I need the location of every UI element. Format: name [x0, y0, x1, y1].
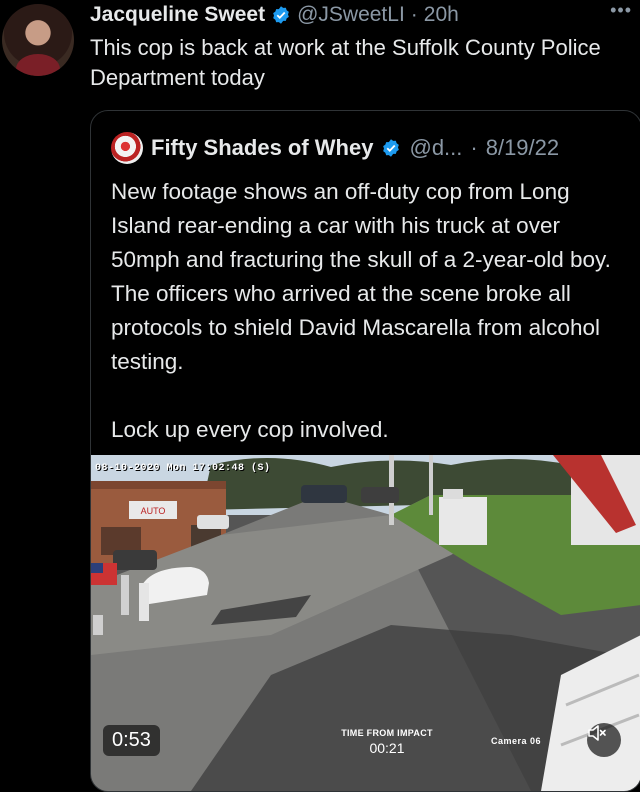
dot-separator: · — [470, 135, 478, 160]
video-duration: 0:53 — [103, 725, 160, 756]
impact-value: 00:21 — [369, 740, 405, 756]
tweet-time[interactable]: 20h — [424, 3, 459, 27]
impact-timer: TIME FROM IMPACT 00:21 — [327, 728, 447, 756]
tweet-header: Jacqueline Sweet @JSweetLI · 20h — [90, 0, 459, 30]
building-sign: AUTO — [141, 506, 166, 516]
quoted-author-avatar[interactable] — [111, 132, 143, 164]
author-avatar[interactable] — [2, 4, 74, 76]
dot-separator: · — [410, 3, 418, 26]
verified-badge-icon — [383, 139, 400, 157]
quoted-author-name[interactable]: Fifty Shades of Whey — [151, 135, 373, 161]
author-name[interactable]: Jacqueline Sweet — [90, 3, 265, 27]
more-icon[interactable]: ••• — [610, 0, 632, 21]
tweet-text: This cop is back at work at the Suffolk … — [90, 35, 601, 90]
quoted-header: Fifty Shades of Whey @d... · 8/19/22 — [111, 132, 559, 164]
verified-badge-icon — [273, 6, 289, 24]
author-handle[interactable]: @JSweetLI — [297, 3, 405, 27]
mute-icon — [588, 725, 606, 741]
quoted-text: New footage shows an off-duty cop from L… — [111, 179, 611, 442]
mute-button[interactable] — [587, 723, 621, 757]
camera-label: Camera 06 — [491, 736, 542, 746]
quoted-author-handle[interactable]: @d... — [409, 135, 462, 161]
quoted-date[interactable]: 8/19/22 — [486, 135, 559, 161]
impact-label: TIME FROM IMPACT — [341, 728, 433, 738]
quoted-tweet[interactable]: Fifty Shades of Whey @d... · 8/19/22 New… — [90, 110, 640, 792]
overlay-timestamp: 08-10-2020 Mon 17:02:48 (S) — [95, 463, 271, 474]
video-player[interactable]: AUTO 08-10-2020 Mon 17:02:48 (S) 0:53 TI… — [91, 455, 640, 791]
